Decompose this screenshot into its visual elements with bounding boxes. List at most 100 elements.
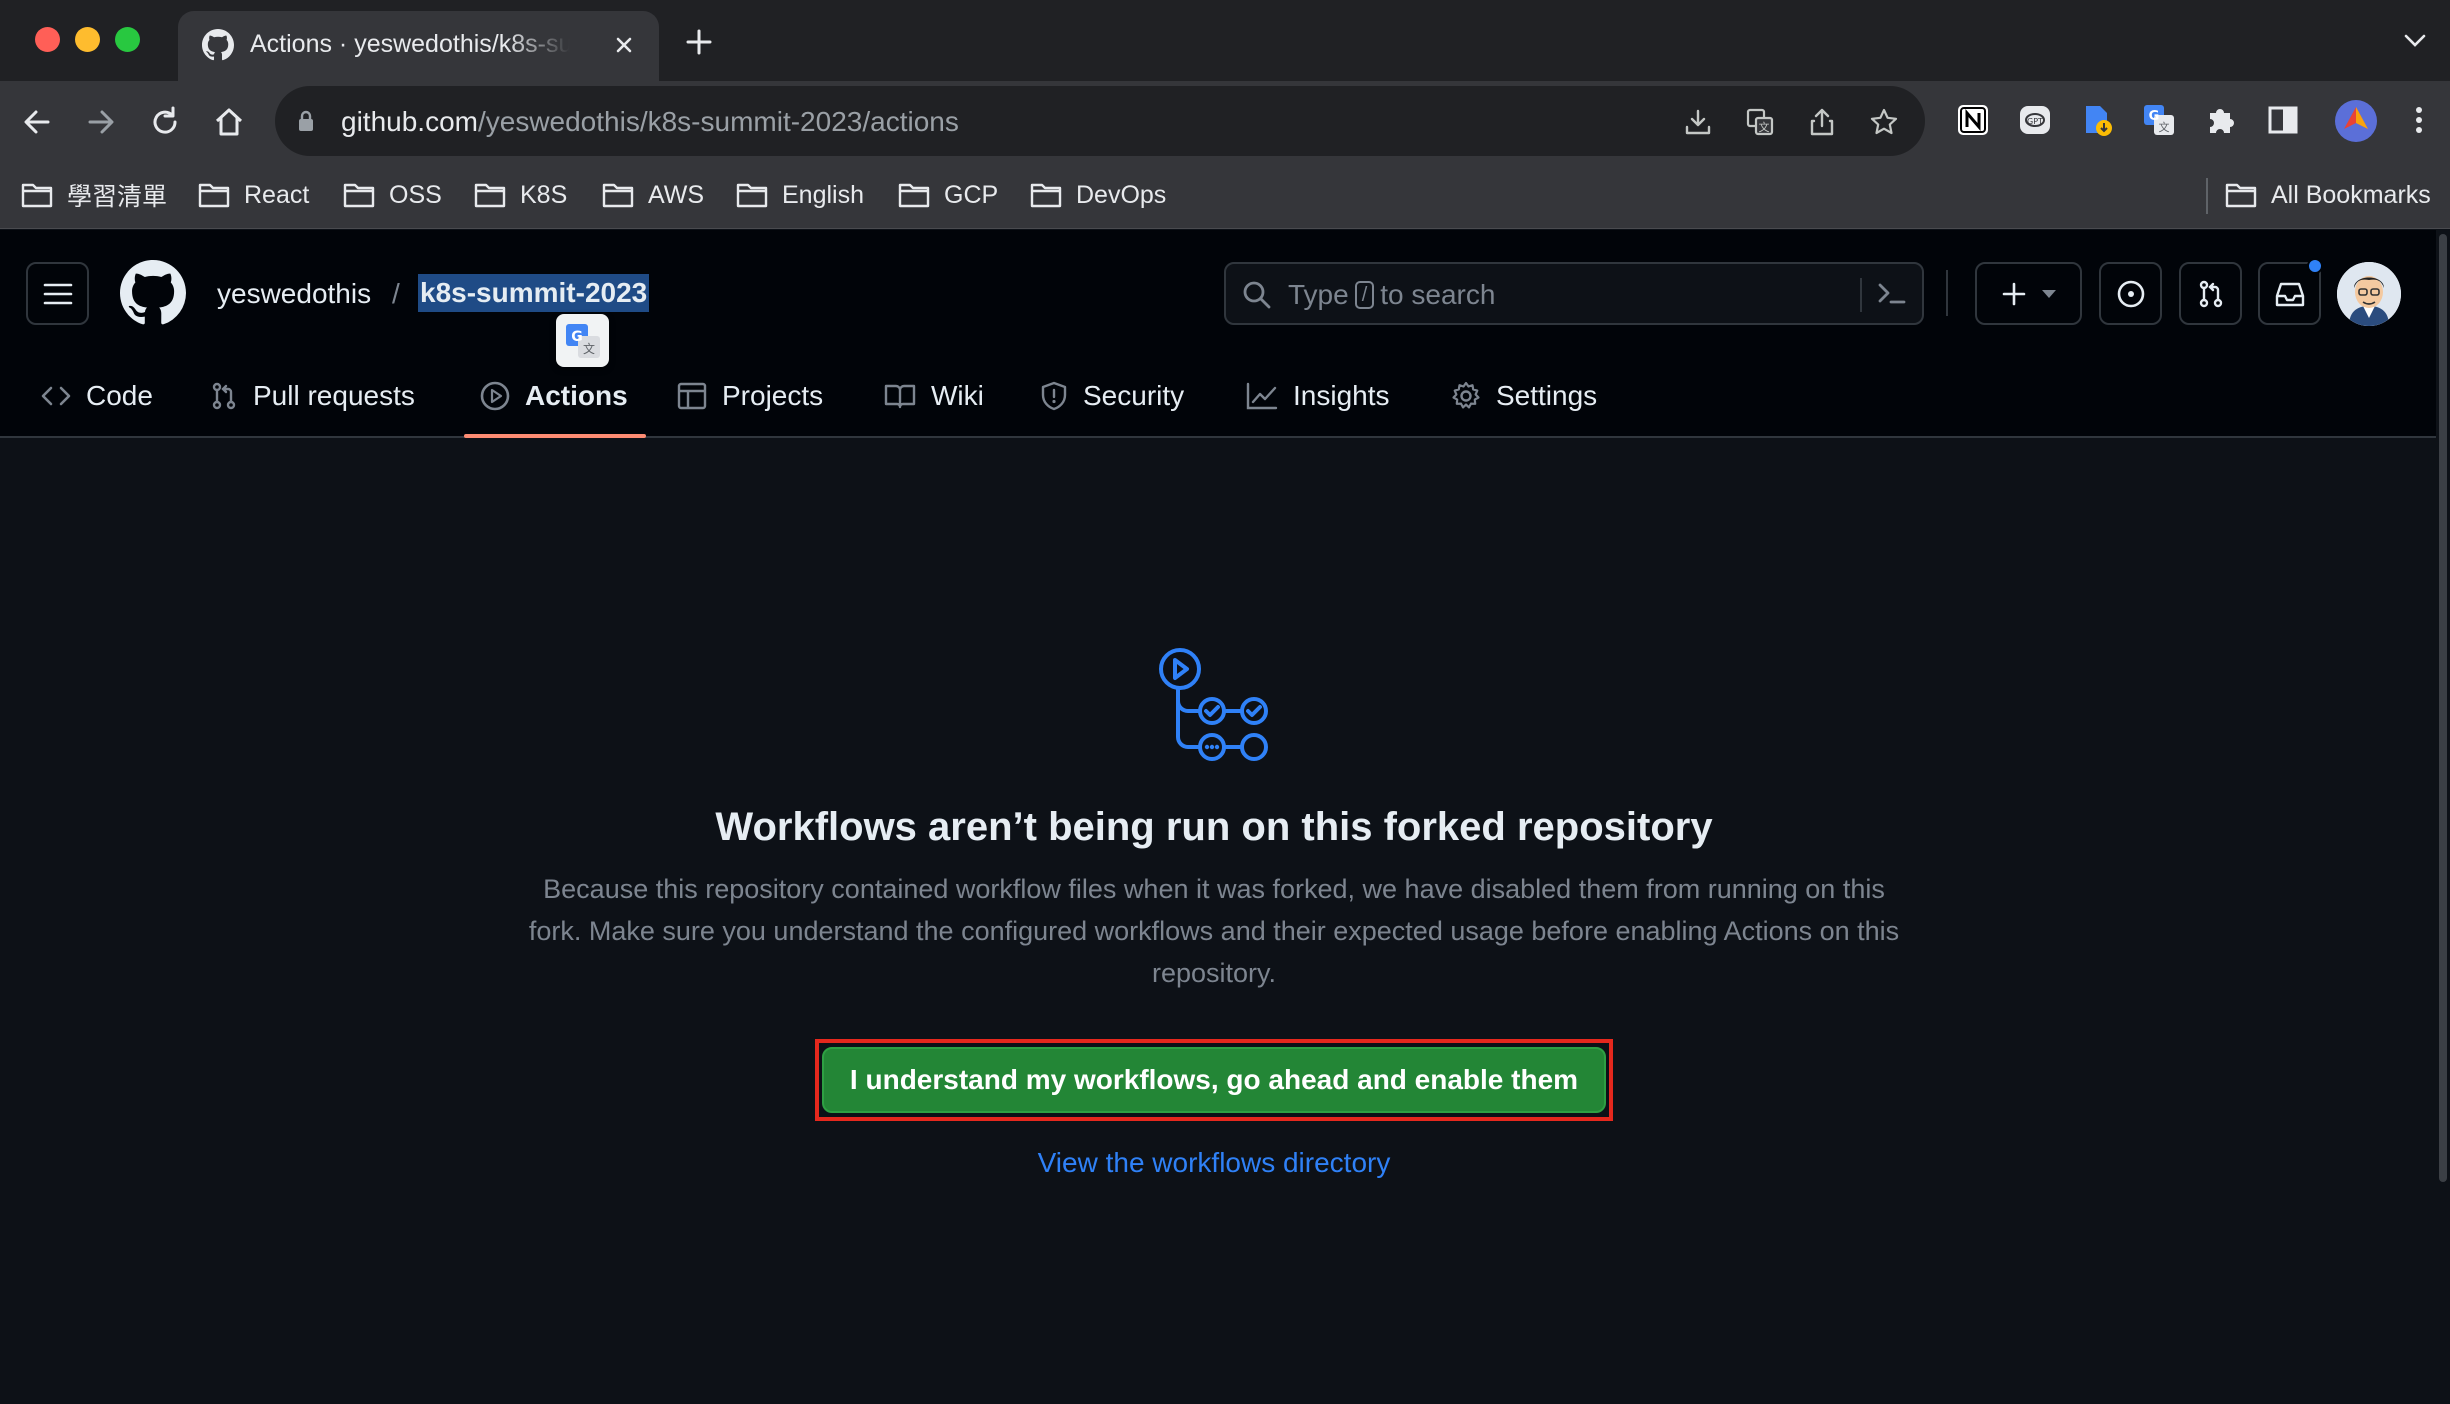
browser-tab-actions[interactable]: Actions · yeswedothis/k8s-summit-2023/ac… bbox=[178, 11, 659, 81]
graph-icon bbox=[1245, 381, 1279, 411]
window-minimize-button[interactable] bbox=[75, 27, 100, 52]
bookmark-label: English bbox=[782, 180, 864, 209]
extensions-puzzle-icon[interactable] bbox=[2204, 103, 2238, 137]
folder-icon bbox=[898, 182, 930, 208]
share-icon[interactable] bbox=[1807, 107, 1837, 137]
github-favicon-icon bbox=[202, 29, 234, 61]
bookmark-folder[interactable]: GCP bbox=[898, 177, 998, 213]
side-panel-icon[interactable] bbox=[2266, 103, 2300, 137]
bookmarks-bar: 學習清單 React OSS K8S AWS English GCP DevOp… bbox=[0, 164, 2450, 229]
tab-wiki-label: Wiki bbox=[931, 380, 984, 411]
search-icon bbox=[1242, 280, 1272, 310]
tab-search-chevron-icon[interactable] bbox=[2403, 33, 2427, 49]
bookmark-folder[interactable]: K8S bbox=[474, 177, 567, 213]
pull-requests-button[interactable] bbox=[2179, 262, 2242, 325]
all-bookmarks-button[interactable]: All Bookmarks bbox=[2225, 177, 2431, 213]
repo-owner-link[interactable]: yeswedothis bbox=[217, 278, 371, 310]
repo-navigation: Code Pull requests Actions Projects Wiki… bbox=[0, 354, 2436, 438]
tab-pull-requests-label: Pull requests bbox=[253, 380, 415, 411]
forward-arrow-icon[interactable] bbox=[84, 105, 118, 139]
address-bar[interactable]: github.com/yeswedothis/k8s-summit-2023/a… bbox=[275, 86, 1925, 156]
search-input[interactable]: Type / to search bbox=[1224, 262, 1924, 325]
tab-insights[interactable]: Insights bbox=[1245, 354, 1390, 438]
bookmark-star-icon[interactable] bbox=[1869, 107, 1899, 137]
bookmark-label: GCP bbox=[944, 180, 999, 209]
bookmarks-divider bbox=[2206, 178, 2208, 214]
repo-name-link[interactable]: k8s-summit-2023 bbox=[418, 274, 650, 312]
window-close-button[interactable] bbox=[35, 27, 60, 52]
browser-menu-icon[interactable] bbox=[2406, 103, 2432, 137]
issue-opened-icon bbox=[2116, 279, 2146, 309]
svg-text:GPT: GPT bbox=[2027, 117, 2043, 126]
git-pull-request-icon bbox=[209, 381, 239, 411]
bookmark-label: OSS bbox=[389, 180, 442, 209]
home-icon[interactable] bbox=[212, 105, 246, 139]
browser-toolbar: github.com/yeswedothis/k8s-summit-2023/a… bbox=[0, 81, 2450, 164]
github-header: yeswedothis / k8s-summit-2023 G文 Type / to… bbox=[0, 230, 2436, 438]
chat-extension-icon[interactable]: GPT bbox=[2018, 103, 2052, 137]
svg-text:G: G bbox=[571, 329, 583, 345]
blankslate-description: Because this repository contained workfl… bbox=[528, 874, 1900, 988]
tab-settings-label: Settings bbox=[1496, 380, 1598, 411]
bookmark-folder[interactable]: AWS bbox=[602, 177, 704, 213]
shield-icon bbox=[1039, 380, 1069, 412]
tab-settings[interactable]: Settings bbox=[1450, 354, 1597, 438]
search-divider bbox=[1860, 278, 1862, 312]
breadcrumb-separator: / bbox=[392, 278, 400, 309]
header-divider bbox=[1946, 270, 1948, 316]
page-scrollbar[interactable] bbox=[2436, 230, 2450, 1404]
scrollbar-thumb[interactable] bbox=[2439, 234, 2447, 1182]
bookmark-folder[interactable]: React bbox=[198, 177, 309, 213]
hamburger-icon bbox=[43, 282, 73, 306]
tab-actions[interactable]: Actions bbox=[479, 354, 628, 438]
tab-security[interactable]: Security bbox=[1039, 354, 1184, 438]
profile-avatar-icon[interactable] bbox=[2334, 99, 2378, 143]
tab-pull-requests[interactable]: Pull requests bbox=[209, 354, 415, 438]
book-icon bbox=[883, 382, 917, 410]
tab-code-label: Code bbox=[86, 380, 153, 411]
reload-icon[interactable] bbox=[148, 105, 182, 139]
play-icon bbox=[479, 380, 511, 412]
blankslate-title: Workflows aren’t being run on this forke… bbox=[715, 805, 1713, 849]
global-nav-menu-button[interactable] bbox=[26, 262, 89, 325]
folder-icon bbox=[343, 182, 375, 208]
bookmark-folder[interactable]: DevOps bbox=[1030, 177, 1166, 213]
browser-tabstrip: Actions · yeswedothis/k8s-summit-2023/ac… bbox=[0, 0, 2450, 81]
command-palette-icon[interactable] bbox=[1876, 279, 1908, 309]
search-placeholder: Type / to search bbox=[1288, 279, 1496, 310]
window-zoom-button[interactable] bbox=[115, 27, 140, 52]
tab-wiki[interactable]: Wiki bbox=[883, 354, 984, 438]
back-arrow-icon[interactable] bbox=[20, 105, 54, 139]
inbox-icon bbox=[2274, 280, 2306, 308]
url-text[interactable]: github.com/yeswedothis/k8s-summit-2023/a… bbox=[341, 106, 959, 138]
bookmark-folder[interactable]: OSS bbox=[343, 177, 442, 213]
bookmark-folder[interactable]: English bbox=[736, 177, 864, 213]
lock-icon[interactable] bbox=[297, 110, 315, 132]
tab-title: Actions · yeswedothis/k8s-summit-2023/ac… bbox=[250, 30, 570, 58]
slash-key-hint: / bbox=[1354, 281, 1375, 309]
tab-projects[interactable]: Projects bbox=[676, 354, 823, 438]
user-avatar[interactable] bbox=[2337, 262, 2401, 326]
enable-workflows-button[interactable]: I understand my workflows, go ahead and … bbox=[822, 1047, 1606, 1113]
install-app-icon[interactable] bbox=[1683, 107, 1713, 137]
download-file-extension-icon[interactable] bbox=[2080, 103, 2114, 137]
new-tab-plus-icon[interactable] bbox=[685, 28, 713, 56]
google-translate-extension-icon[interactable]: G文 bbox=[2142, 103, 2176, 137]
bookmark-folder[interactable]: 學習清單 bbox=[21, 177, 167, 213]
tab-code[interactable]: Code bbox=[40, 354, 153, 438]
folder-icon bbox=[602, 182, 634, 208]
workflow-graph-icon bbox=[1154, 645, 1274, 765]
issues-button[interactable] bbox=[2099, 262, 2162, 325]
notification-indicator bbox=[2307, 258, 2323, 274]
view-workflows-directory-link[interactable]: View the workflows directory bbox=[0, 1147, 2428, 1179]
github-logo-icon[interactable] bbox=[120, 260, 186, 326]
tab-close-icon[interactable] bbox=[610, 31, 638, 59]
create-new-button[interactable] bbox=[1975, 262, 2082, 325]
folder-icon bbox=[474, 182, 506, 208]
actions-blankslate: Workflows aren’t being run on this forke… bbox=[0, 440, 2436, 1404]
translate-page-icon[interactable]: 文 bbox=[1745, 107, 1775, 137]
folder-icon bbox=[736, 182, 768, 208]
svg-text:文: 文 bbox=[2159, 120, 2170, 134]
notion-extension-icon[interactable] bbox=[1956, 103, 1990, 137]
gear-icon bbox=[1450, 380, 1482, 412]
